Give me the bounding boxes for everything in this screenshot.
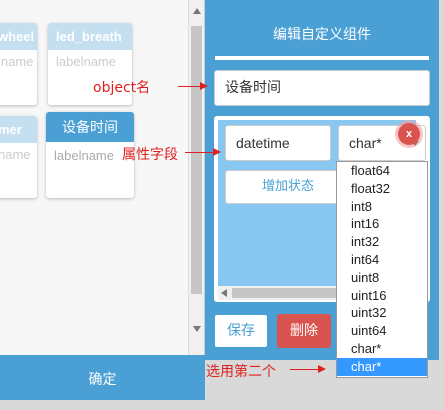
dropdown-option[interactable]: char* bbox=[337, 357, 427, 376]
component-card[interactable]: mer name bbox=[0, 116, 37, 198]
card-title: mer bbox=[0, 116, 37, 143]
card-subtitle: labelname bbox=[56, 54, 116, 69]
annotation-arrowhead-icon bbox=[318, 365, 326, 373]
card-title: wheel bbox=[0, 23, 37, 50]
card-subtitle: name bbox=[0, 147, 31, 162]
dropdown-option[interactable]: int64 bbox=[337, 251, 427, 269]
card-title: 设备时间 bbox=[46, 112, 134, 142]
scrollbar-thumb[interactable] bbox=[232, 288, 350, 298]
dropdown-option[interactable]: uint16 bbox=[337, 287, 427, 305]
dialog-title: 编辑自定义组件 bbox=[273, 27, 371, 43]
scroll-up-icon[interactable] bbox=[193, 8, 201, 14]
scrollbar-thumb[interactable] bbox=[191, 26, 202, 294]
card-title: led_breath bbox=[48, 23, 132, 50]
dropdown-option[interactable]: uint32 bbox=[337, 304, 427, 322]
vertical-scrollbar[interactable] bbox=[188, 0, 204, 355]
delete-property-icon[interactable]: x bbox=[398, 123, 420, 145]
property-type-value: char* bbox=[349, 135, 382, 151]
annotation-arrowhead-icon bbox=[200, 82, 208, 90]
annotation-arrowhead-icon bbox=[213, 148, 221, 156]
confirm-button[interactable]: 确定 bbox=[0, 355, 205, 400]
save-button[interactable]: 保存 bbox=[214, 314, 268, 348]
annotation-arrow bbox=[178, 86, 202, 87]
annotation-object-name: object名 bbox=[93, 80, 151, 96]
dropdown-option[interactable]: int8 bbox=[337, 198, 427, 216]
add-state-button[interactable]: 增加状态 bbox=[225, 170, 351, 204]
component-list-panel: wheel lname led_breath labelname mer nam… bbox=[0, 0, 205, 400]
dropdown-option[interactable]: uint64 bbox=[337, 322, 427, 340]
dropdown-option[interactable]: int16 bbox=[337, 215, 427, 233]
dropdown-option[interactable]: char* bbox=[337, 340, 427, 358]
scroll-down-icon[interactable] bbox=[193, 326, 201, 332]
divider bbox=[215, 56, 429, 60]
bottom-bar: 确定 bbox=[0, 355, 205, 400]
annotation-select: 选用第二个 bbox=[206, 364, 276, 380]
dropdown-option[interactable]: float32 bbox=[337, 180, 427, 198]
component-list: wheel lname led_breath labelname mer nam… bbox=[0, 0, 188, 355]
annotation-arrow bbox=[290, 369, 320, 370]
dropdown-option[interactable]: int32 bbox=[337, 233, 427, 251]
type-dropdown-list[interactable]: float64 float32 int8 int16 int32 int64 uint8 ui… bbox=[336, 161, 428, 378]
annotation-attribute: 属性字段 bbox=[122, 147, 178, 163]
dropdown-option[interactable]: uint8 bbox=[337, 269, 427, 287]
card-subtitle: labelname bbox=[54, 148, 114, 163]
delete-button[interactable]: 删除 bbox=[277, 314, 331, 348]
property-name-input[interactable]: datetime bbox=[225, 125, 331, 161]
annotation-arrow bbox=[185, 152, 215, 153]
component-card[interactable]: wheel lname bbox=[0, 23, 37, 105]
component-card-selected[interactable]: 设备时间 labelname bbox=[46, 112, 134, 198]
scroll-left-icon[interactable] bbox=[221, 289, 227, 297]
card-subtitle: lname bbox=[0, 54, 34, 69]
object-name-input[interactable]: 设备时间 bbox=[214, 70, 430, 106]
dropdown-option[interactable]: float64 bbox=[337, 162, 427, 180]
